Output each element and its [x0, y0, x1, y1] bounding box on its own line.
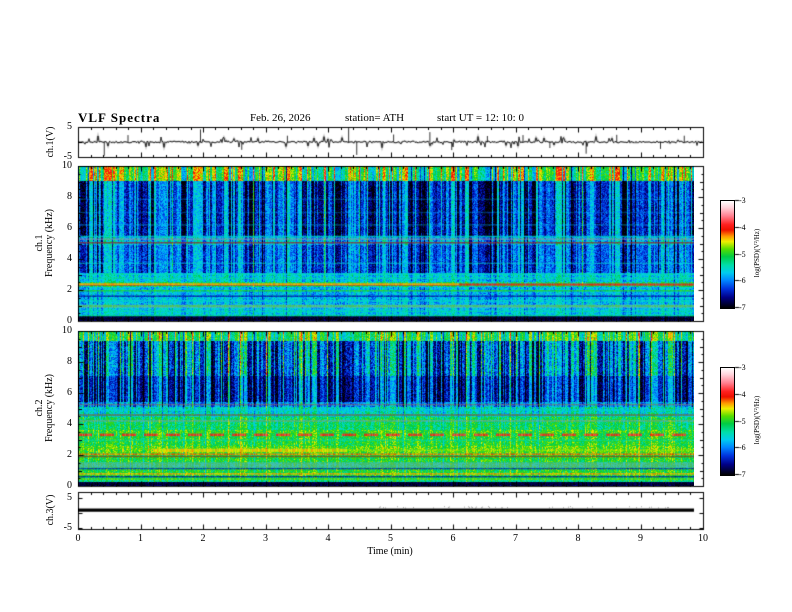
- voltage-tick-label: -5: [63, 521, 72, 533]
- x-tick-label: 3: [263, 533, 268, 544]
- vlf-spectra-figure: VLF Spectra Feb. 26, 2026 station= ATH s…: [0, 0, 792, 612]
- colorbar-tick-label: -5: [739, 416, 746, 426]
- ch1-label-line2: Frequency (kHz): [44, 208, 55, 278]
- freq-tick-label: 2: [67, 284, 72, 295]
- freq-tick-label: 8: [67, 356, 72, 367]
- voltage-tick-label: 5: [67, 121, 72, 132]
- colorbar-tick-label: -3: [739, 363, 746, 372]
- x-tick-label: 1: [138, 533, 143, 544]
- x-tick-label: 7: [513, 533, 518, 544]
- colorbar-tick-label: -3: [739, 196, 746, 205]
- freq-tick-label: 0: [67, 480, 72, 491]
- freq-tick-label: 10: [62, 325, 72, 336]
- voltage-tick-label: -5: [63, 151, 72, 162]
- x-tick-label: 10: [698, 533, 708, 544]
- colorbar-tick-label: -4: [739, 389, 746, 399]
- colorbar-ch1: [720, 200, 735, 309]
- colorbar-tick-label: -7: [739, 470, 746, 479]
- colorbar-tick-label: -6: [739, 443, 746, 453]
- freq-tick-label: 6: [67, 222, 72, 233]
- colorbar-tick-label: -4: [739, 222, 746, 232]
- ch2-frequency-axis-label: ch.2 Frequency (kHz): [34, 373, 55, 443]
- x-tick-label: 9: [638, 533, 643, 544]
- colorbar-tick-label: -5: [739, 249, 746, 259]
- time-axis-label: Time (min): [367, 546, 413, 557]
- x-tick-label: 2: [200, 533, 206, 544]
- colorbar-tick-label: -6: [739, 276, 746, 286]
- ch2-label-line2: Frequency (kHz): [44, 373, 55, 443]
- x-tick-label: 0: [75, 533, 81, 544]
- freq-tick-label: 2: [67, 449, 72, 460]
- voltage-tick-label: 5: [67, 491, 72, 503]
- x-tick-label: 8: [575, 533, 581, 544]
- x-tick-label: 5: [388, 533, 393, 544]
- x-tick-label: 4: [325, 533, 331, 544]
- freq-tick-label: 8: [67, 191, 72, 202]
- freq-tick-label: 4: [67, 253, 72, 264]
- ch1-frequency-axis-label: ch.1 Frequency (kHz): [34, 208, 55, 278]
- colorbar-tick-label: -7: [739, 303, 746, 312]
- freq-tick-label: 4: [67, 418, 72, 429]
- axes-ticks-canvas: [0, 0, 792, 612]
- freq-tick-label: 6: [67, 387, 72, 398]
- colorbar-ch2: [720, 367, 735, 476]
- colorbar1-title: log(PSD)(V²/Hz): [753, 228, 761, 278]
- colorbar2-title: log(PSD)(V²/Hz): [753, 395, 761, 445]
- x-tick-label: 6: [450, 533, 456, 544]
